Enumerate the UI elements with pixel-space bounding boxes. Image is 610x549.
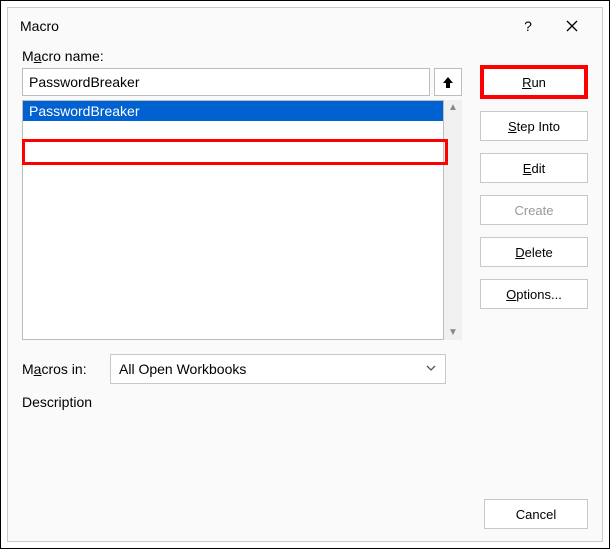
close-button[interactable] xyxy=(550,10,594,42)
create-button: Create xyxy=(480,195,588,225)
edit-button[interactable]: Edit xyxy=(480,153,588,183)
list-item[interactable]: PasswordBreaker xyxy=(23,101,443,121)
macros-in-value: All Open Workbooks xyxy=(119,361,246,377)
macro-name-input[interactable] xyxy=(22,68,430,96)
dialog-title: Macro xyxy=(20,18,506,34)
up-arrow-icon xyxy=(441,75,455,89)
description-row: Description xyxy=(22,394,588,414)
macros-in-row: Macros in: All Open Workbooks xyxy=(22,354,588,384)
cancel-button[interactable]: Cancel xyxy=(484,499,588,529)
scroll-down-icon: ▼ xyxy=(448,325,458,340)
macro-dialog: Macro ? Macro name: xyxy=(7,7,603,542)
macro-listbox[interactable]: PasswordBreaker xyxy=(22,100,444,340)
macro-list-wrap: PasswordBreaker ▲ ▼ xyxy=(22,100,462,340)
macros-in-select[interactable]: All Open Workbooks xyxy=(110,354,446,384)
macros-in-label: Macros in: xyxy=(22,361,100,377)
macro-name-row xyxy=(22,68,462,96)
step-into-button[interactable]: Step Into xyxy=(480,111,588,141)
options-button[interactable]: Options... xyxy=(480,279,588,309)
run-button[interactable]: Run xyxy=(480,65,588,99)
footer: Cancel xyxy=(22,499,588,529)
left-column: Macro name: PasswordBreaker ▲ xyxy=(22,48,462,340)
macro-name-label: Macro name: xyxy=(22,48,462,64)
help-button[interactable]: ? xyxy=(506,10,550,42)
close-icon xyxy=(566,20,578,32)
delete-button[interactable]: Delete xyxy=(480,237,588,267)
description-label: Description xyxy=(22,394,588,410)
outer-frame: Macro ? Macro name: xyxy=(0,0,610,549)
titlebar: Macro ? xyxy=(8,8,602,44)
dialog-body: Macro name: PasswordBreaker ▲ xyxy=(8,44,602,541)
chevron-down-icon xyxy=(425,361,437,377)
listbox-scrollbar[interactable]: ▲ ▼ xyxy=(444,100,462,340)
scroll-up-icon: ▲ xyxy=(448,100,458,115)
go-button[interactable] xyxy=(434,68,462,96)
main-row: Macro name: PasswordBreaker ▲ xyxy=(22,48,588,340)
right-column: Run Step Into Edit Create Delete Options… xyxy=(480,48,588,340)
